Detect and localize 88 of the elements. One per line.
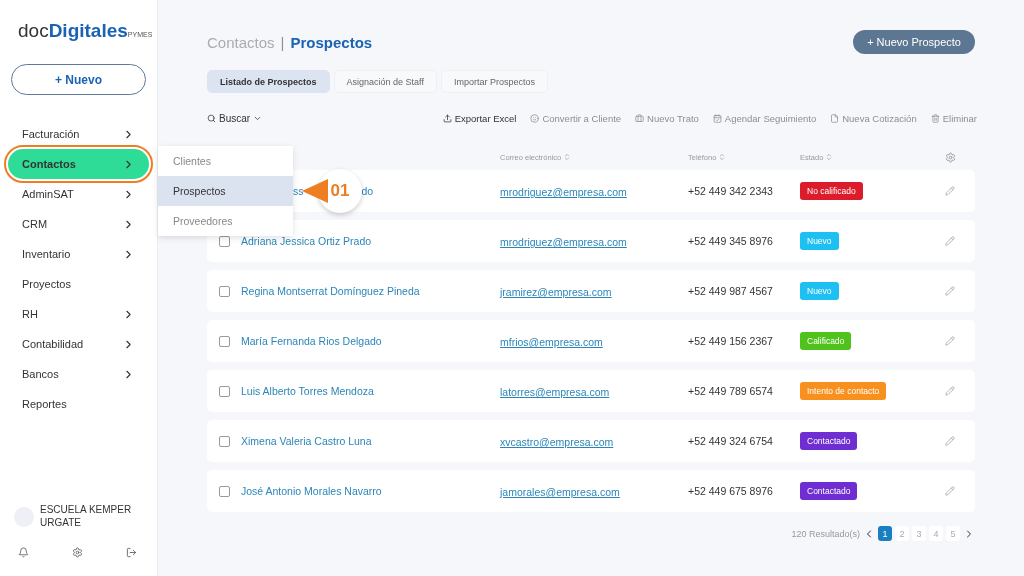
trash-icon bbox=[930, 113, 940, 123]
email-link[interactable]: mfrios@empresa.com bbox=[500, 336, 603, 348]
page-title: Prospectos bbox=[290, 33, 373, 51]
sidebar-item[interactable]: Proyectos bbox=[0, 269, 157, 299]
page-button[interactable]: 4 bbox=[929, 526, 943, 541]
name-link[interactable]: Luis Alberto Torres Mendoza bbox=[241, 385, 500, 397]
toolbar-button[interactable]: Exportar Excel bbox=[442, 112, 517, 124]
sidebar-item[interactable]: Reportes bbox=[0, 389, 157, 419]
settings-icon[interactable] bbox=[72, 547, 83, 558]
name-link[interactable]: Adriana Jessica Ortiz Prado bbox=[241, 235, 500, 247]
sidebar-item[interactable]: RH bbox=[0, 299, 157, 329]
checkbox[interactable] bbox=[219, 485, 230, 497]
sort-icon bbox=[718, 153, 727, 161]
smiley-icon bbox=[530, 113, 540, 123]
email-link[interactable]: latorres@empresa.com bbox=[500, 386, 610, 398]
search-icon bbox=[207, 113, 216, 123]
submenu-item[interactable]: Proveedores bbox=[158, 206, 293, 236]
tab[interactable]: Asignación de Staff bbox=[333, 70, 437, 93]
phone-text: +52 449 156 2367 bbox=[688, 335, 774, 347]
new-prospect-button[interactable]: + Nuevo Prospecto bbox=[853, 30, 975, 54]
name-link[interactable]: do bbox=[361, 185, 374, 197]
checkbox[interactable] bbox=[219, 335, 230, 347]
sidebar-item[interactable]: Facturación bbox=[0, 119, 157, 149]
name-link[interactable]: María Fernanda Rios Delgado bbox=[241, 335, 500, 347]
sidebar-item[interactable]: Inventario bbox=[0, 239, 157, 269]
checkbox[interactable] bbox=[219, 385, 230, 397]
pencil-icon[interactable] bbox=[945, 186, 955, 196]
status-badge: Contactado bbox=[800, 482, 858, 500]
phone-text: +52 449 987 4567 bbox=[688, 285, 774, 297]
submenu-item[interactable]: Clientes bbox=[158, 146, 293, 176]
page-button[interactable]: 2 bbox=[895, 526, 909, 541]
pencil-icon[interactable] bbox=[945, 336, 955, 346]
phone-text: +52 449 345 8976 bbox=[688, 235, 774, 247]
page-button[interactable]: 3 bbox=[912, 526, 926, 541]
phone-text: +52 449 675 8976 bbox=[688, 485, 774, 497]
tab[interactable]: Listado de Prospectos bbox=[207, 70, 330, 93]
breadcrumb-separator: | bbox=[280, 33, 285, 51]
bell-icon[interactable] bbox=[18, 547, 29, 558]
name-link[interactable]: Regina Montserrat Domínguez Pineda bbox=[241, 285, 500, 297]
pointer-icon bbox=[302, 179, 328, 203]
pencil-icon[interactable] bbox=[945, 236, 955, 246]
status-badge: No calificado bbox=[800, 182, 863, 200]
status-badge: Nuevo bbox=[800, 232, 839, 250]
logo-text: Digitales bbox=[48, 20, 128, 42]
checkbox[interactable] bbox=[219, 435, 230, 447]
account-name: ESCUELA KEMPER URGATE bbox=[40, 504, 133, 529]
page-button[interactable]: 5 bbox=[946, 526, 960, 541]
phone-text: +52 449 789 6574 bbox=[688, 385, 774, 397]
email-link[interactable]: jamorales@empresa.com bbox=[500, 486, 620, 498]
status-badge: Intento de contacto bbox=[800, 382, 887, 400]
name-link[interactable]: Ximena Valeria Castro Luna bbox=[241, 435, 500, 447]
pencil-icon[interactable] bbox=[945, 436, 955, 446]
briefcase-icon bbox=[635, 113, 645, 123]
settings-icon[interactable] bbox=[945, 151, 956, 163]
status-badge: Calificado bbox=[800, 332, 852, 350]
sidebar-item[interactable]: Bancos bbox=[0, 359, 157, 389]
email-link[interactable]: mrodriguez@empresa.com bbox=[500, 236, 627, 248]
sort-icon bbox=[825, 153, 834, 161]
email-link[interactable]: mrodriguez@empresa.com bbox=[500, 186, 627, 198]
pencil-icon[interactable] bbox=[945, 286, 955, 296]
phone-text: +52 449 342 2343 bbox=[688, 185, 774, 197]
page-button[interactable]: 1 bbox=[878, 526, 892, 541]
phone-text: +52 449 324 6754 bbox=[688, 435, 774, 447]
email-link[interactable]: jramirez@empresa.com bbox=[500, 286, 612, 298]
breadcrumb-link[interactable]: Contactos bbox=[207, 33, 275, 51]
document-icon bbox=[830, 113, 840, 123]
sidebar-item[interactable]: Contabilidad bbox=[0, 329, 157, 359]
checkbox[interactable] bbox=[219, 285, 230, 297]
status-badge: Nuevo bbox=[800, 282, 839, 300]
status-badge: Contactado bbox=[800, 432, 858, 450]
logout-icon[interactable] bbox=[126, 547, 137, 558]
new-button[interactable]: + Nuevo bbox=[11, 64, 146, 95]
logo-text: doc bbox=[18, 20, 49, 42]
search-button[interactable]: Buscar bbox=[207, 112, 263, 124]
sidebar-item[interactable]: CRM bbox=[0, 209, 157, 239]
results-count: 120 Resultado(s) bbox=[791, 528, 860, 539]
name-link[interactable]: José Antonio Morales Navarro bbox=[241, 485, 500, 497]
upload-icon bbox=[442, 113, 452, 123]
pencil-icon[interactable] bbox=[945, 386, 955, 396]
sidebar-item[interactable]: AdminSAT bbox=[0, 179, 157, 209]
checkbox[interactable] bbox=[219, 235, 230, 247]
sort-icon bbox=[563, 153, 572, 161]
calendar-icon bbox=[712, 113, 722, 123]
email-link[interactable]: xvcastro@empresa.com bbox=[500, 436, 614, 448]
name-link[interactable]: ss bbox=[293, 185, 304, 197]
pencil-icon[interactable] bbox=[945, 486, 955, 496]
tab[interactable]: Importar Prospectos bbox=[440, 70, 548, 93]
submenu-item[interactable]: Prospectos bbox=[158, 176, 293, 206]
